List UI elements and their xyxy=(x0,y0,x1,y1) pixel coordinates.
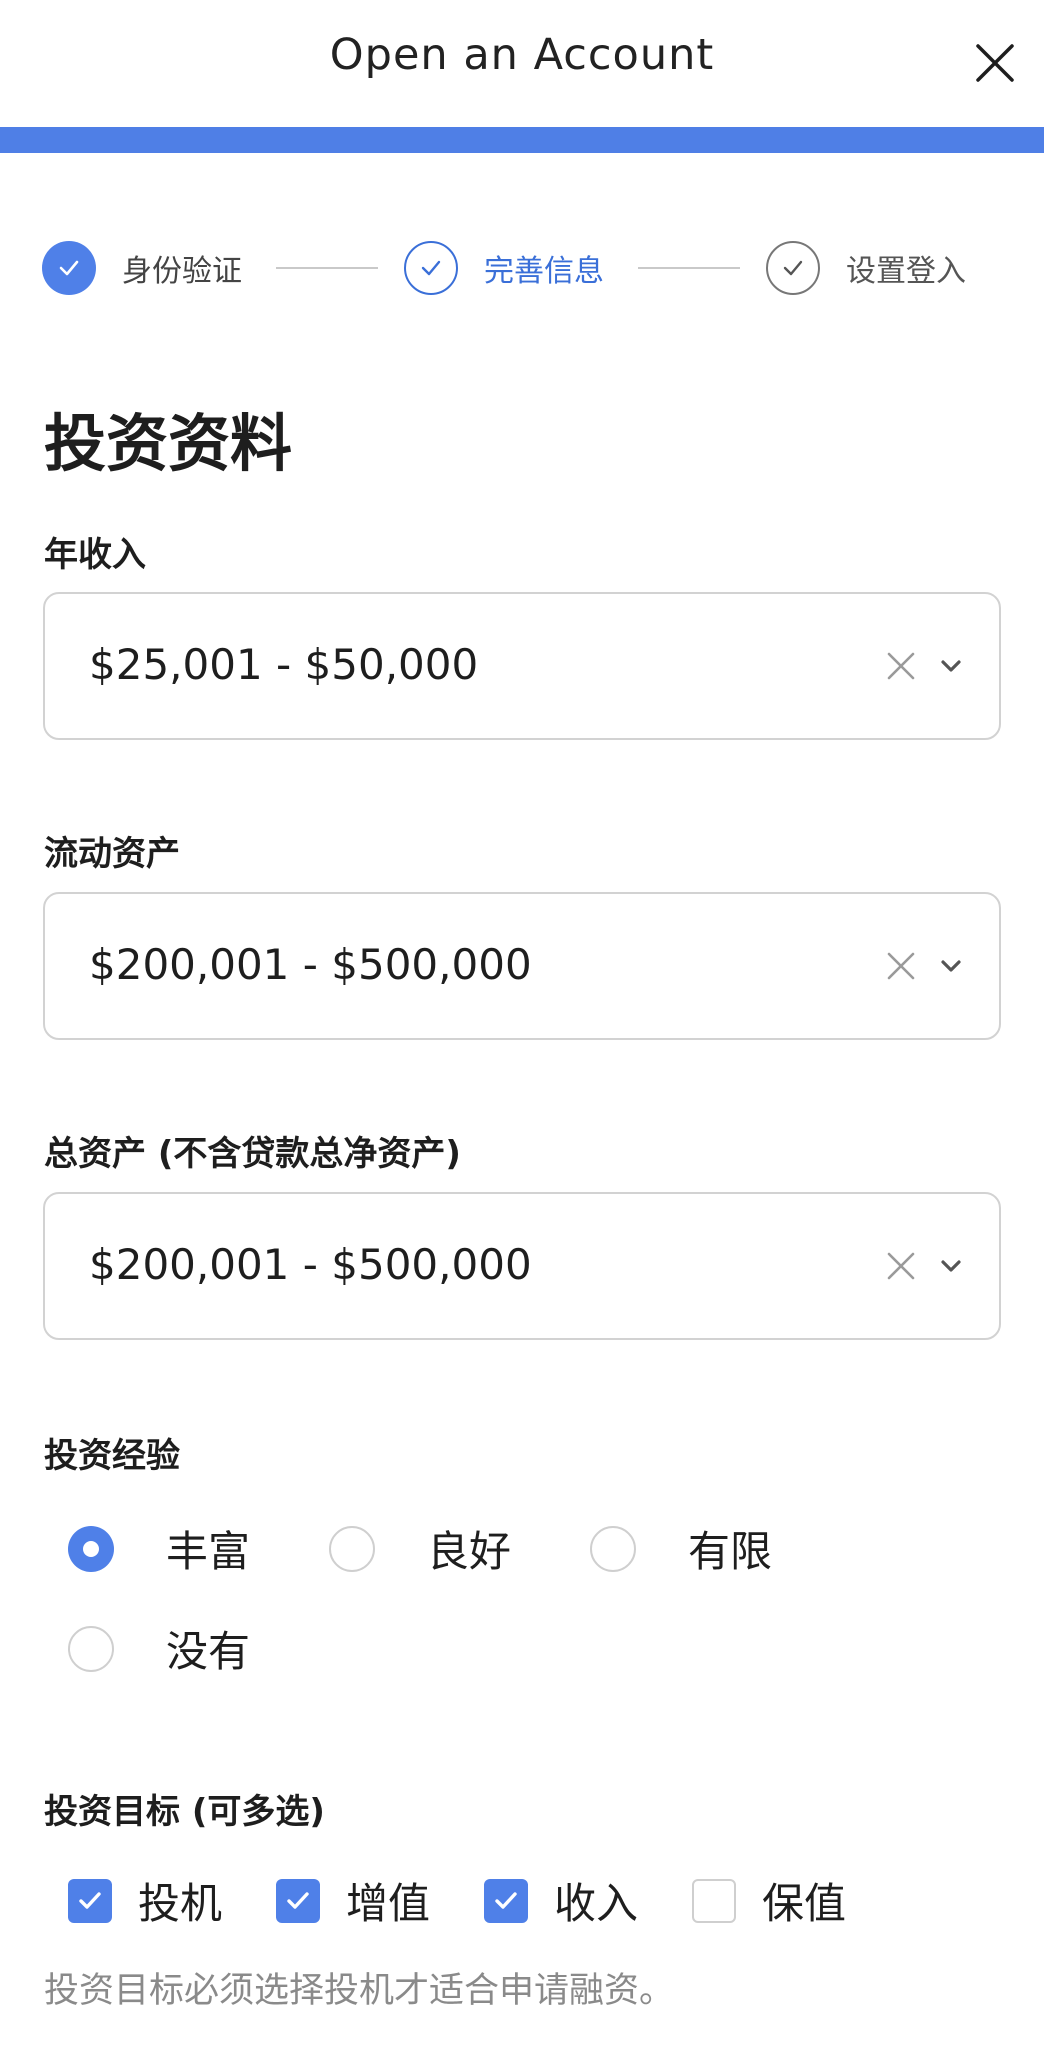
liquid-assets-select[interactable]: $200,001 - $500,000 xyxy=(43,892,1001,1040)
step-label: 完善信息 xyxy=(484,254,604,289)
checkbox-label: 投机 xyxy=(138,1879,223,1928)
checkbox-label: 保值 xyxy=(762,1879,847,1928)
total-assets-select[interactable]: $200,001 - $500,000 xyxy=(43,1192,1001,1340)
check-icon[interactable] xyxy=(276,1878,320,1923)
checkbox-option-appreciation[interactable]: 增值 xyxy=(276,1870,430,1931)
close-icon[interactable] xyxy=(972,40,1018,86)
clear-icon[interactable] xyxy=(883,648,919,684)
checkbox-option-preservation[interactable]: 保值 xyxy=(692,1870,846,1931)
investment-experience-label: 投资经验 xyxy=(44,1436,180,1476)
step-label: 设置登入 xyxy=(846,254,966,289)
radio-button[interactable] xyxy=(68,1525,114,1572)
annual-income-label: 年收入 xyxy=(44,535,146,575)
clear-icon[interactable] xyxy=(883,948,919,984)
step-connector xyxy=(276,267,378,269)
step-identity-verification: 身份验证 xyxy=(42,240,242,296)
radio-option-good[interactable]: 良好 xyxy=(329,1518,511,1579)
progress-bar xyxy=(0,127,1044,153)
step-connector xyxy=(638,267,740,269)
chevron-down-icon[interactable] xyxy=(937,952,965,980)
header: Open an Account xyxy=(0,0,1044,127)
step-label: 身份验证 xyxy=(122,254,242,289)
annual-income-select[interactable]: $25,001 - $50,000 xyxy=(43,592,1001,740)
liquid-assets-label: 流动资产 xyxy=(44,834,180,874)
checkbox[interactable] xyxy=(692,1878,736,1923)
radio-label: 没有 xyxy=(166,1627,251,1676)
step-check-icon xyxy=(42,241,96,295)
step-check-icon xyxy=(404,241,458,295)
checkbox-label: 增值 xyxy=(346,1879,431,1928)
check-icon[interactable] xyxy=(68,1878,112,1923)
clear-icon[interactable] xyxy=(883,1248,919,1284)
stepper: 身份验证 完善信息 设置登入 xyxy=(42,240,1022,296)
radio-option-none[interactable]: 没有 xyxy=(68,1618,250,1679)
checkbox-option-income[interactable]: 收入 xyxy=(484,1870,638,1931)
page-title: Open an Account xyxy=(329,30,715,80)
step-complete-info: 完善信息 xyxy=(404,240,604,296)
radio-option-rich[interactable]: 丰富 xyxy=(68,1518,250,1579)
checkbox-option-speculation[interactable]: 投机 xyxy=(68,1870,222,1931)
select-value: $200,001 - $500,000 xyxy=(89,940,532,989)
checkbox-label: 收入 xyxy=(554,1879,639,1928)
step-set-login: 设置登入 xyxy=(766,240,966,296)
radio-button[interactable] xyxy=(590,1525,636,1572)
radio-label: 有限 xyxy=(688,1527,773,1576)
step-check-icon xyxy=(766,241,820,295)
select-value: $25,001 - $50,000 xyxy=(89,640,479,689)
radio-option-limited[interactable]: 有限 xyxy=(590,1518,772,1579)
select-value: $200,001 - $500,000 xyxy=(89,1240,532,1289)
radio-button[interactable] xyxy=(329,1525,375,1572)
chevron-down-icon[interactable] xyxy=(937,1252,965,1280)
radio-label: 良好 xyxy=(427,1527,512,1576)
section-title: 投资资料 xyxy=(44,407,293,480)
goals-hint: 投资目标必须选择投机才适合申请融资。 xyxy=(44,1971,675,2011)
check-icon[interactable] xyxy=(484,1878,528,1923)
chevron-down-icon[interactable] xyxy=(937,652,965,680)
radio-label: 丰富 xyxy=(166,1527,251,1576)
investment-goals-label: 投资目标 (可多选) xyxy=(44,1792,325,1832)
total-assets-label: 总资产 (不含贷款总净资产) xyxy=(44,1134,461,1174)
radio-button[interactable] xyxy=(68,1625,114,1672)
